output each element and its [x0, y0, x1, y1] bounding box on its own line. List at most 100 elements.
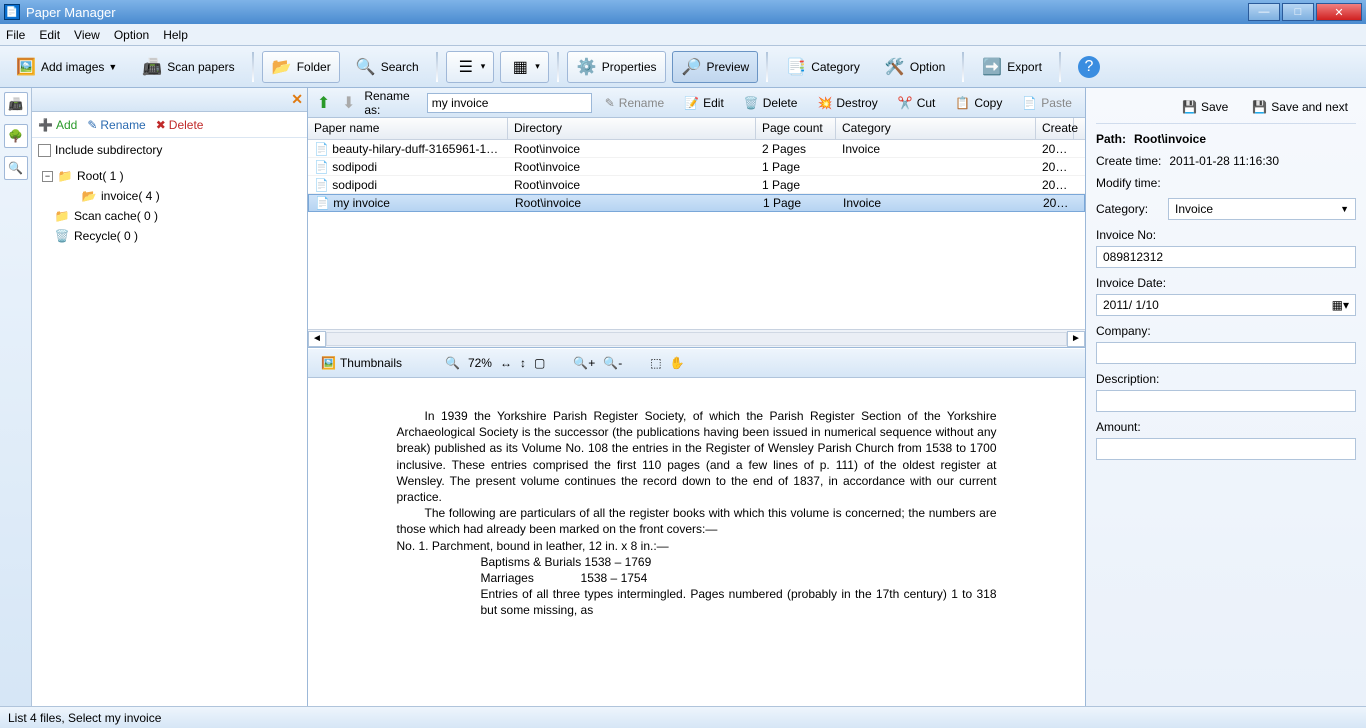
search-button[interactable]: 🔍 Search: [346, 51, 428, 83]
horizontal-scrollbar[interactable]: ◄ ►: [308, 329, 1085, 347]
list-view-button[interactable]: ☰▾: [446, 51, 495, 83]
company-input[interactable]: [1096, 342, 1356, 364]
tree-ops: ➕Add ✎Rename ✖Delete: [32, 112, 307, 138]
fit-page-icon[interactable]: ▢: [534, 356, 545, 370]
tree-add-button[interactable]: ➕Add: [38, 118, 77, 132]
zoom-out-icon[interactable]: 🔍-: [603, 356, 622, 370]
arrow-up-icon[interactable]: ⬆: [314, 92, 333, 114]
copy-icon: 📋: [955, 96, 970, 110]
folder-icon: 📂: [271, 56, 293, 78]
sidetab-tree[interactable]: 🌳: [4, 124, 28, 148]
description-input[interactable]: [1096, 390, 1356, 412]
table-row[interactable]: 📄 sodipodiRoot\invoice1 Page2011-0: [308, 176, 1085, 194]
separator: [436, 52, 438, 82]
maximize-button[interactable]: □: [1282, 3, 1314, 21]
scroll-right-icon[interactable]: ►: [1067, 331, 1085, 347]
col-category[interactable]: Category: [836, 118, 1036, 139]
plus-icon: ➕: [38, 118, 53, 132]
delete-button[interactable]: 🗑️Delete: [737, 93, 805, 113]
thumbnails-button[interactable]: 🖼️Thumbnails: [314, 353, 409, 373]
minimize-button[interactable]: —: [1248, 3, 1280, 21]
help-icon: ?: [1078, 56, 1100, 78]
option-button[interactable]: 🛠️ Option: [875, 51, 954, 83]
table-row[interactable]: 📄 sodipodiRoot\invoice1 Page2011-0: [308, 158, 1085, 176]
arrow-down-icon[interactable]: ⬇: [339, 92, 358, 114]
col-directory[interactable]: Directory: [508, 118, 756, 139]
hand-icon[interactable]: ✋: [670, 356, 685, 370]
copy-button[interactable]: 📋Copy: [948, 93, 1009, 113]
sidetab-scanner[interactable]: 📠: [4, 92, 28, 116]
table-row[interactable]: 📄 my invoiceRoot\invoice1 PageInvoice201…: [308, 194, 1085, 212]
category-button[interactable]: 📑 Category: [776, 51, 869, 83]
tree-rename-button[interactable]: ✎Rename: [87, 118, 145, 132]
scroll-left-icon[interactable]: ◄: [308, 331, 326, 347]
field-path: Path: Root\invoice: [1096, 132, 1356, 146]
menu-file[interactable]: File: [6, 28, 25, 42]
folder-button[interactable]: 📂 Folder: [262, 51, 340, 83]
category-select[interactable]: Invoice ▼: [1168, 198, 1356, 220]
tree-node-scancache[interactable]: 📁 Scan cache( 0 ): [38, 206, 301, 226]
fit-height-icon[interactable]: ↕: [520, 356, 526, 370]
page-icon: 📄: [315, 196, 330, 210]
col-page-count[interactable]: Page count: [756, 118, 836, 139]
scroll-track[interactable]: [326, 332, 1067, 346]
separator: [962, 52, 964, 82]
close-button[interactable]: ✕: [1316, 3, 1362, 21]
preview-button[interactable]: 🔎 Preview: [672, 51, 759, 83]
destroy-button[interactable]: 💥Destroy: [810, 93, 884, 113]
save-button[interactable]: 💾Save: [1174, 96, 1236, 118]
zoom-in-icon[interactable]: 🔍+: [573, 356, 595, 370]
export-button[interactable]: ➡️ Export: [972, 51, 1051, 83]
chevron-down-icon: ▼: [1340, 204, 1349, 214]
grid-view-button[interactable]: ▦▾: [500, 51, 549, 83]
invoice-no-input[interactable]: 089812312: [1096, 246, 1356, 268]
search-icon: 🔍: [355, 56, 377, 78]
field-invoice-no: Invoice No: 089812312: [1096, 228, 1356, 268]
zoom-icon[interactable]: 🔍: [445, 356, 460, 370]
rename-icon: ✎: [87, 118, 97, 132]
tree-node-invoice[interactable]: − 📂 invoice( 4 ): [38, 186, 301, 206]
save-next-button[interactable]: 💾Save and next: [1244, 96, 1356, 118]
list-icon: ☰: [455, 56, 477, 78]
rename-button[interactable]: ✎Rename: [598, 93, 671, 113]
field-company: Company:: [1096, 324, 1356, 364]
edit-icon: 📝: [684, 96, 699, 110]
rename-as-label: Rename as:: [364, 89, 420, 117]
menubar: File Edit View Option Help: [0, 24, 1366, 46]
menu-edit[interactable]: Edit: [39, 28, 60, 42]
scan-papers-button[interactable]: 📠 Scan papers: [132, 51, 243, 83]
document-preview[interactable]: In 1939 the Yorkshire Parish Register So…: [308, 378, 1085, 706]
edit-button[interactable]: 📝Edit: [677, 93, 731, 113]
scissors-icon: ✂️: [898, 96, 913, 110]
cut-button[interactable]: ✂️Cut: [891, 93, 943, 113]
thumbnails-icon: 🖼️: [321, 356, 336, 370]
rename-input[interactable]: [427, 93, 592, 113]
fit-width-icon[interactable]: ↔: [500, 356, 512, 370]
menu-option[interactable]: Option: [114, 28, 149, 42]
tree-node-recycle[interactable]: 🗑️ Recycle( 0 ): [38, 226, 301, 246]
paste-button[interactable]: 📄Paste: [1015, 93, 1079, 113]
col-paper-name[interactable]: Paper name: [308, 118, 508, 139]
preview-toolbar: 🖼️Thumbnails 🔍 72% ↔ ↕ ▢ 🔍+ 🔍- ⬚ ✋: [308, 348, 1085, 378]
collapse-icon[interactable]: −: [42, 171, 53, 182]
field-amount: Amount:: [1096, 420, 1356, 460]
menu-view[interactable]: View: [74, 28, 100, 42]
table-row[interactable]: 📄 beauty-hilary-duff-3165961-1024...Root…: [308, 140, 1085, 158]
close-panel-icon[interactable]: ✕: [291, 91, 303, 108]
include-subdir-checkbox[interactable]: [38, 144, 51, 157]
select-icon[interactable]: ⬚: [650, 356, 661, 370]
field-create-time: Create time: 2011-01-28 11:16:30: [1096, 154, 1356, 168]
tree-node-root[interactable]: − 📁 Root( 1 ): [38, 166, 301, 186]
sidetab-search[interactable]: 🔍: [4, 156, 28, 180]
properties-button[interactable]: ⚙️ Properties: [567, 51, 666, 83]
invoice-date-input[interactable]: 2011/ 1/10 ▦▾: [1096, 294, 1356, 316]
include-subdir-row[interactable]: Include subdirectory: [32, 138, 307, 162]
calendar-icon[interactable]: ▦▾: [1332, 298, 1349, 312]
help-button[interactable]: ?: [1069, 51, 1109, 83]
col-create[interactable]: Create: [1036, 118, 1074, 139]
category-icon: 📑: [785, 56, 807, 78]
menu-help[interactable]: Help: [163, 28, 188, 42]
add-images-button[interactable]: 🖼️ Add images ▼: [6, 51, 126, 83]
tree-delete-button[interactable]: ✖Delete: [156, 118, 204, 132]
amount-input[interactable]: [1096, 438, 1356, 460]
